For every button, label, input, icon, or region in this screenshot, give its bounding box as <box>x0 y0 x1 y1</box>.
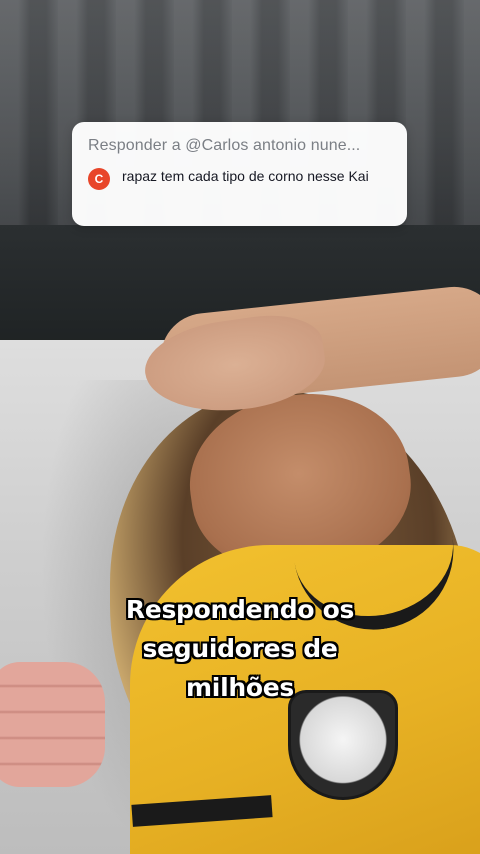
reply-comment-card[interactable]: Responder a @Carlos antonio nune... C ra… <box>72 122 407 226</box>
caption-line-1: Respondendo os <box>125 595 355 624</box>
reply-comment-text: rapaz tem cada tipo de corno nesse Kai <box>122 168 369 184</box>
video-frame[interactable]: Responder a @Carlos antonio nune... C ra… <box>0 0 480 854</box>
reply-comment-row: C rapaz tem cada tipo de corno nesse Kai <box>88 166 391 190</box>
video-caption: Respondendo os seguidores de milhões <box>0 590 480 707</box>
caption-line-3: milhões <box>186 673 294 702</box>
avatar: C <box>88 168 110 190</box>
caption-line-2: seguidores de <box>142 634 338 663</box>
reply-title: Responder a @Carlos antonio nune... <box>88 137 361 154</box>
